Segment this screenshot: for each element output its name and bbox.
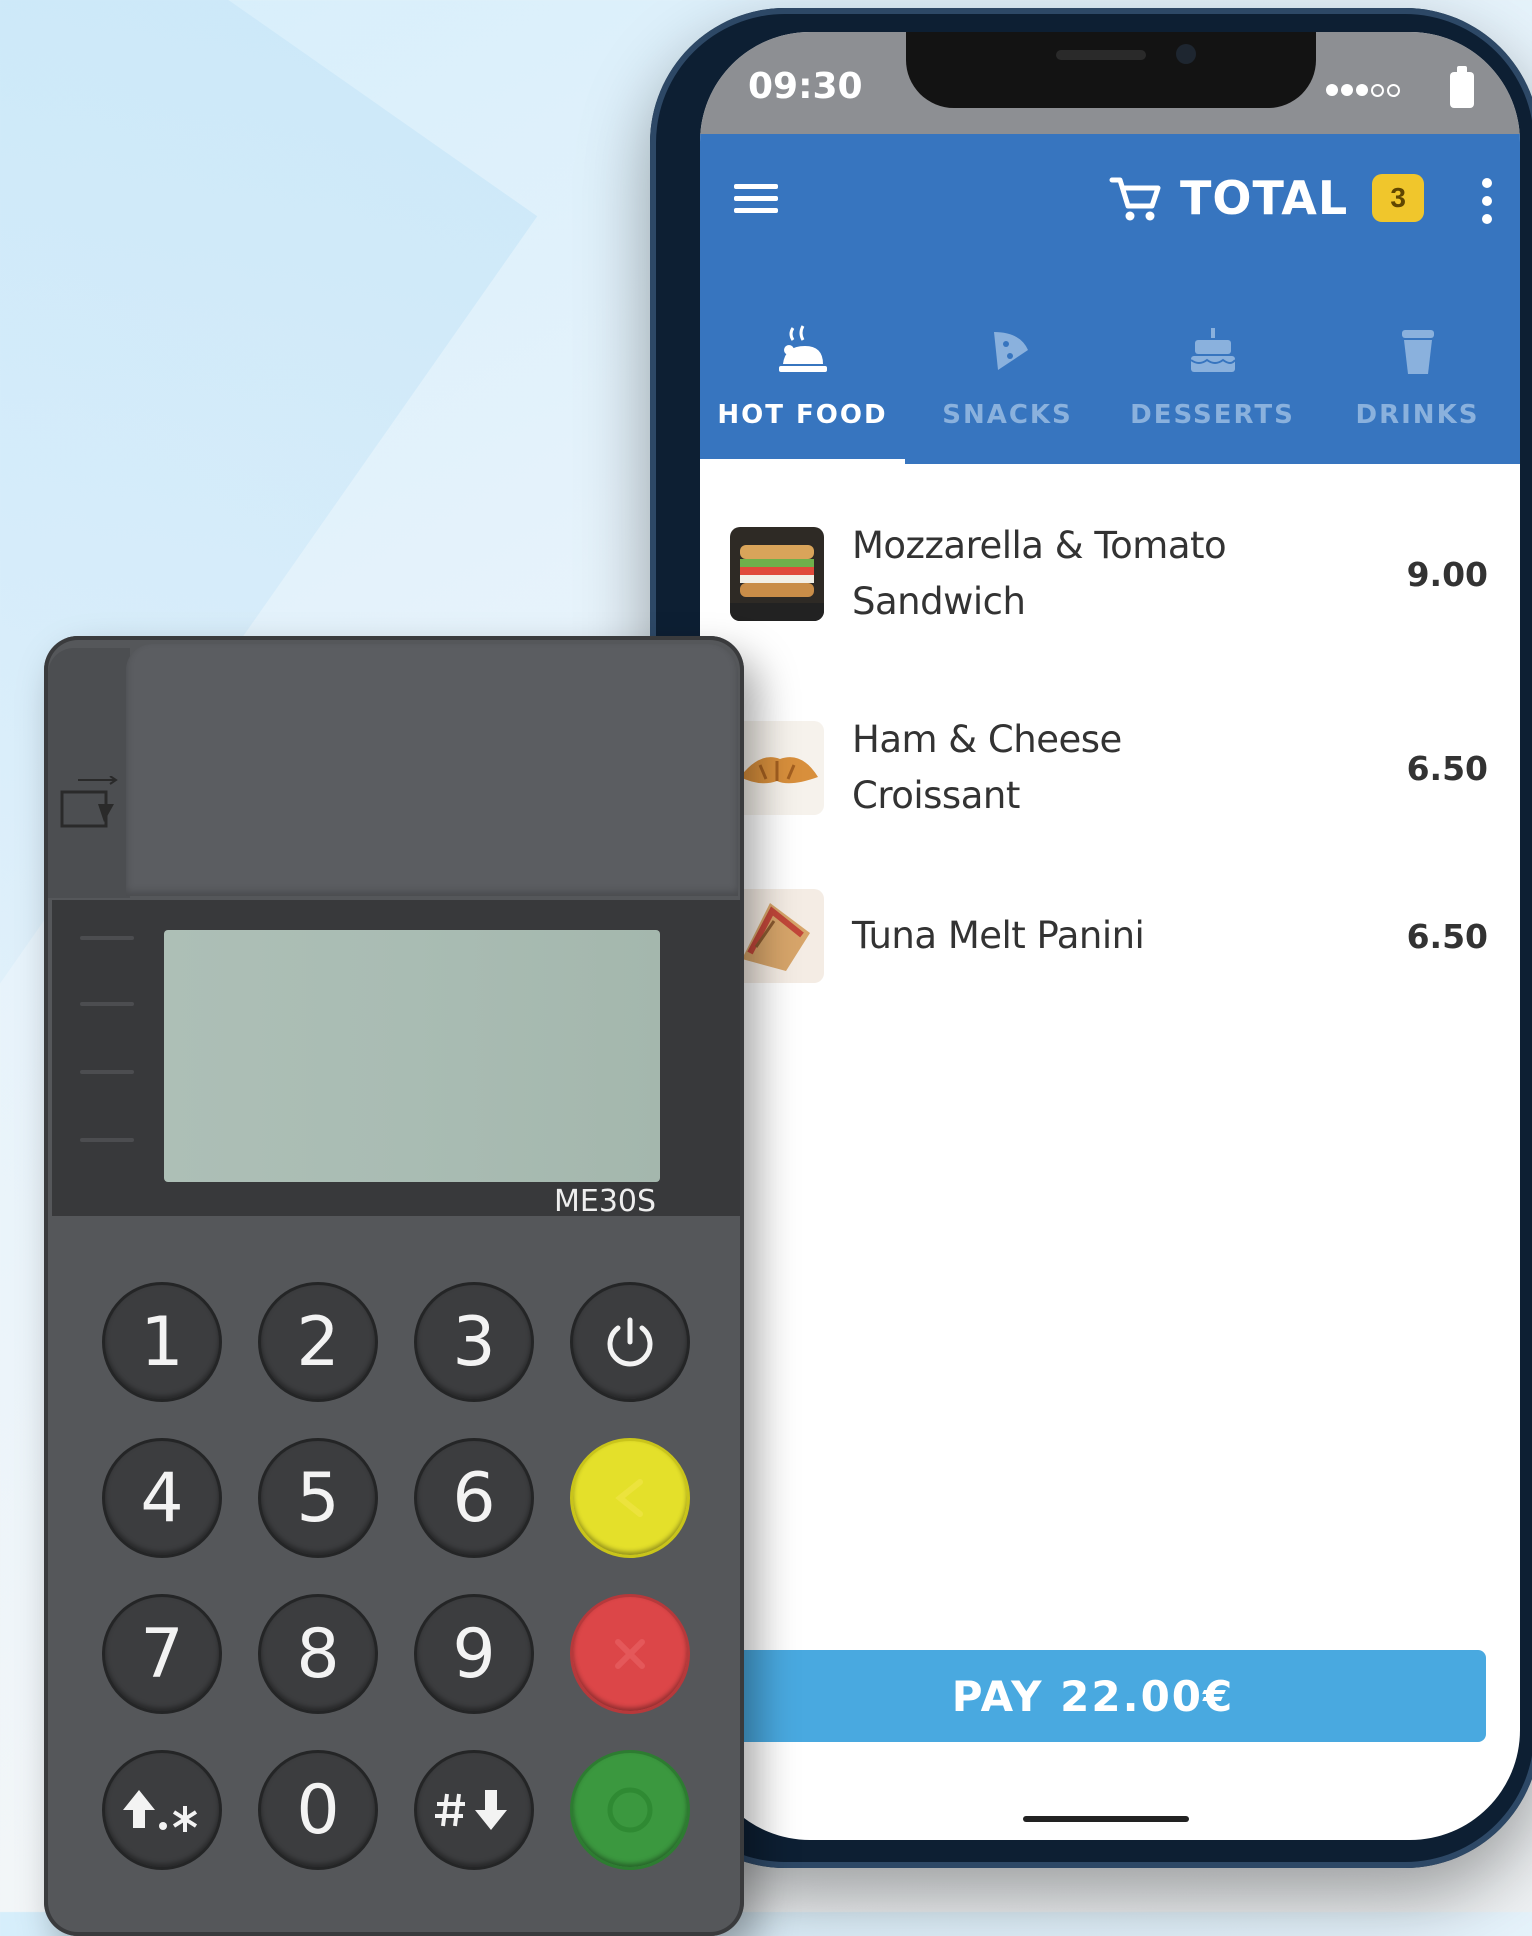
app-bar: TOTAL 3 HOT FOOD SNACKS DESSERTS DRINKS <box>700 134 1520 464</box>
key-4[interactable]: 4 <box>102 1438 222 1558</box>
shift-star-key[interactable] <box>102 1750 222 1870</box>
tab-label: SNACKS <box>942 400 1073 430</box>
power-icon <box>607 1317 653 1367</box>
tab-label: DESSERTS <box>1130 400 1295 430</box>
product-name: Tuna Melt Panini <box>852 914 1145 957</box>
card-reader-device: ME30S 1 2 3 4 5 6 7 8 9 0 <box>44 636 744 1936</box>
battery-icon <box>1450 66 1474 108</box>
cart-count-badge: 3 <box>1372 174 1425 222</box>
reader-top-panel <box>126 644 738 896</box>
lcd-indicator-line <box>80 936 134 940</box>
phone-screen: 09:30 TOTAL 3 HOT FOOD SNACKS DESSERTS D… <box>700 32 1520 1840</box>
product-list: Mozzarella & Tomato Sandwich 9.00 Ham & … <box>700 464 1520 1020</box>
tab-label: HOT FOOD <box>717 400 888 430</box>
hash-down-key[interactable] <box>414 1750 534 1870</box>
cake-icon <box>1189 328 1236 372</box>
product-price: 9.00 <box>1406 554 1488 594</box>
key-6[interactable]: 6 <box>414 1438 534 1558</box>
tab-drinks[interactable]: DRINKS <box>1315 318 1520 464</box>
key-0[interactable]: 0 <box>258 1750 378 1870</box>
key-2[interactable]: 2 <box>258 1282 378 1402</box>
lcd-indicator-line <box>80 1002 134 1006</box>
shift-star-icon <box>123 1790 198 1832</box>
key-3[interactable]: 3 <box>414 1282 534 1402</box>
speaker-grille <box>1056 50 1146 60</box>
card-slot[interactable] <box>48 648 130 898</box>
key-9[interactable]: 9 <box>414 1594 534 1714</box>
more-vertical-icon[interactable] <box>1480 178 1494 226</box>
signal-strength-icon <box>1326 84 1400 97</box>
confirm-key[interactable] <box>570 1750 690 1870</box>
tab-label: DRINKS <box>1355 400 1480 430</box>
cup-icon <box>1401 330 1434 374</box>
key-1[interactable]: 1 <box>102 1282 222 1402</box>
hot-food-icon <box>778 325 827 372</box>
key-7[interactable]: 7 <box>102 1594 222 1714</box>
tab-snacks[interactable]: SNACKS <box>905 318 1110 464</box>
category-tabs: HOT FOOD SNACKS DESSERTS DRINKS <box>700 318 1520 464</box>
cancel-key[interactable] <box>570 1594 690 1714</box>
product-price: 6.50 <box>1406 916 1488 956</box>
sandwich-thumbnail <box>730 527 824 621</box>
chevron-left-icon <box>615 1479 643 1517</box>
lcd-indicator-line <box>80 1070 134 1074</box>
card-insert-icon <box>60 776 118 828</box>
list-item[interactable]: Mozzarella & Tomato Sandwich 9.00 <box>700 464 1520 684</box>
product-name: Mozzarella & Tomato Sandwich <box>852 524 1227 623</box>
pizza-slice-icon <box>993 332 1028 370</box>
pay-button[interactable]: PAY 22.00€ <box>700 1650 1486 1742</box>
reader-lcd-display <box>164 930 660 1182</box>
croissant-thumbnail <box>730 721 824 815</box>
total-label: TOTAL <box>1180 171 1349 225</box>
key-8[interactable]: 8 <box>258 1594 378 1714</box>
status-bar: 09:30 <box>700 32 1520 134</box>
hash-down-icon <box>435 1790 507 1830</box>
front-camera <box>1176 44 1196 64</box>
phone-notch <box>906 32 1316 108</box>
total-cart-button[interactable]: TOTAL 3 <box>1108 170 1425 226</box>
close-icon <box>615 1639 645 1669</box>
list-item[interactable]: Tuna Melt Panini 6.50 <box>700 852 1520 1020</box>
list-item[interactable]: Ham & Cheese Croissant 6.50 <box>700 684 1520 852</box>
circle-icon <box>607 1787 653 1833</box>
key-5[interactable]: 5 <box>258 1438 378 1558</box>
shopping-cart-icon <box>1109 177 1161 221</box>
power-key[interactable] <box>570 1282 690 1402</box>
lcd-indicator-line <box>80 1138 134 1142</box>
tab-hot-food[interactable]: HOT FOOD <box>700 318 905 464</box>
panini-thumbnail <box>730 889 824 983</box>
reader-model-label: ME30S <box>554 1184 657 1219</box>
hamburger-menu-icon[interactable] <box>734 184 778 218</box>
tab-desserts[interactable]: DESSERTS <box>1110 318 1315 464</box>
product-name: Ham & Cheese Croissant <box>852 718 1122 817</box>
home-indicator[interactable] <box>1023 1816 1189 1822</box>
backspace-key[interactable] <box>570 1438 690 1558</box>
product-price: 6.50 <box>1406 748 1488 788</box>
status-time: 09:30 <box>748 66 863 107</box>
